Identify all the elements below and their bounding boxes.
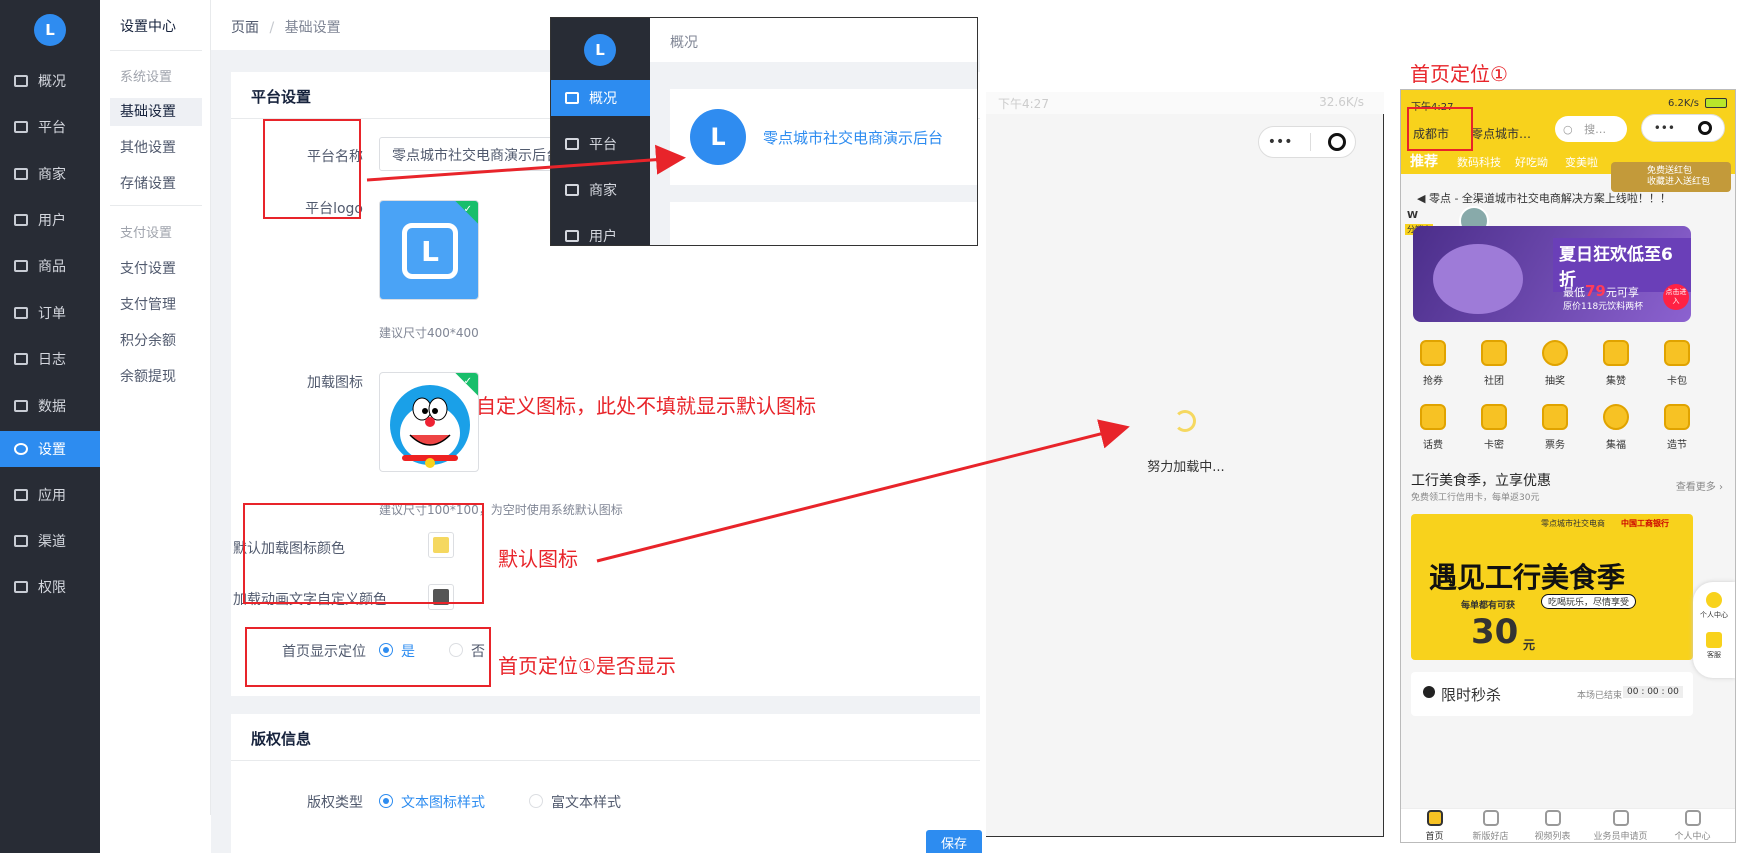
arrow-to-popup [366, 144, 686, 182]
arrow-to-loading [596, 419, 1130, 563]
annotation-arrows [366, 144, 1130, 563]
